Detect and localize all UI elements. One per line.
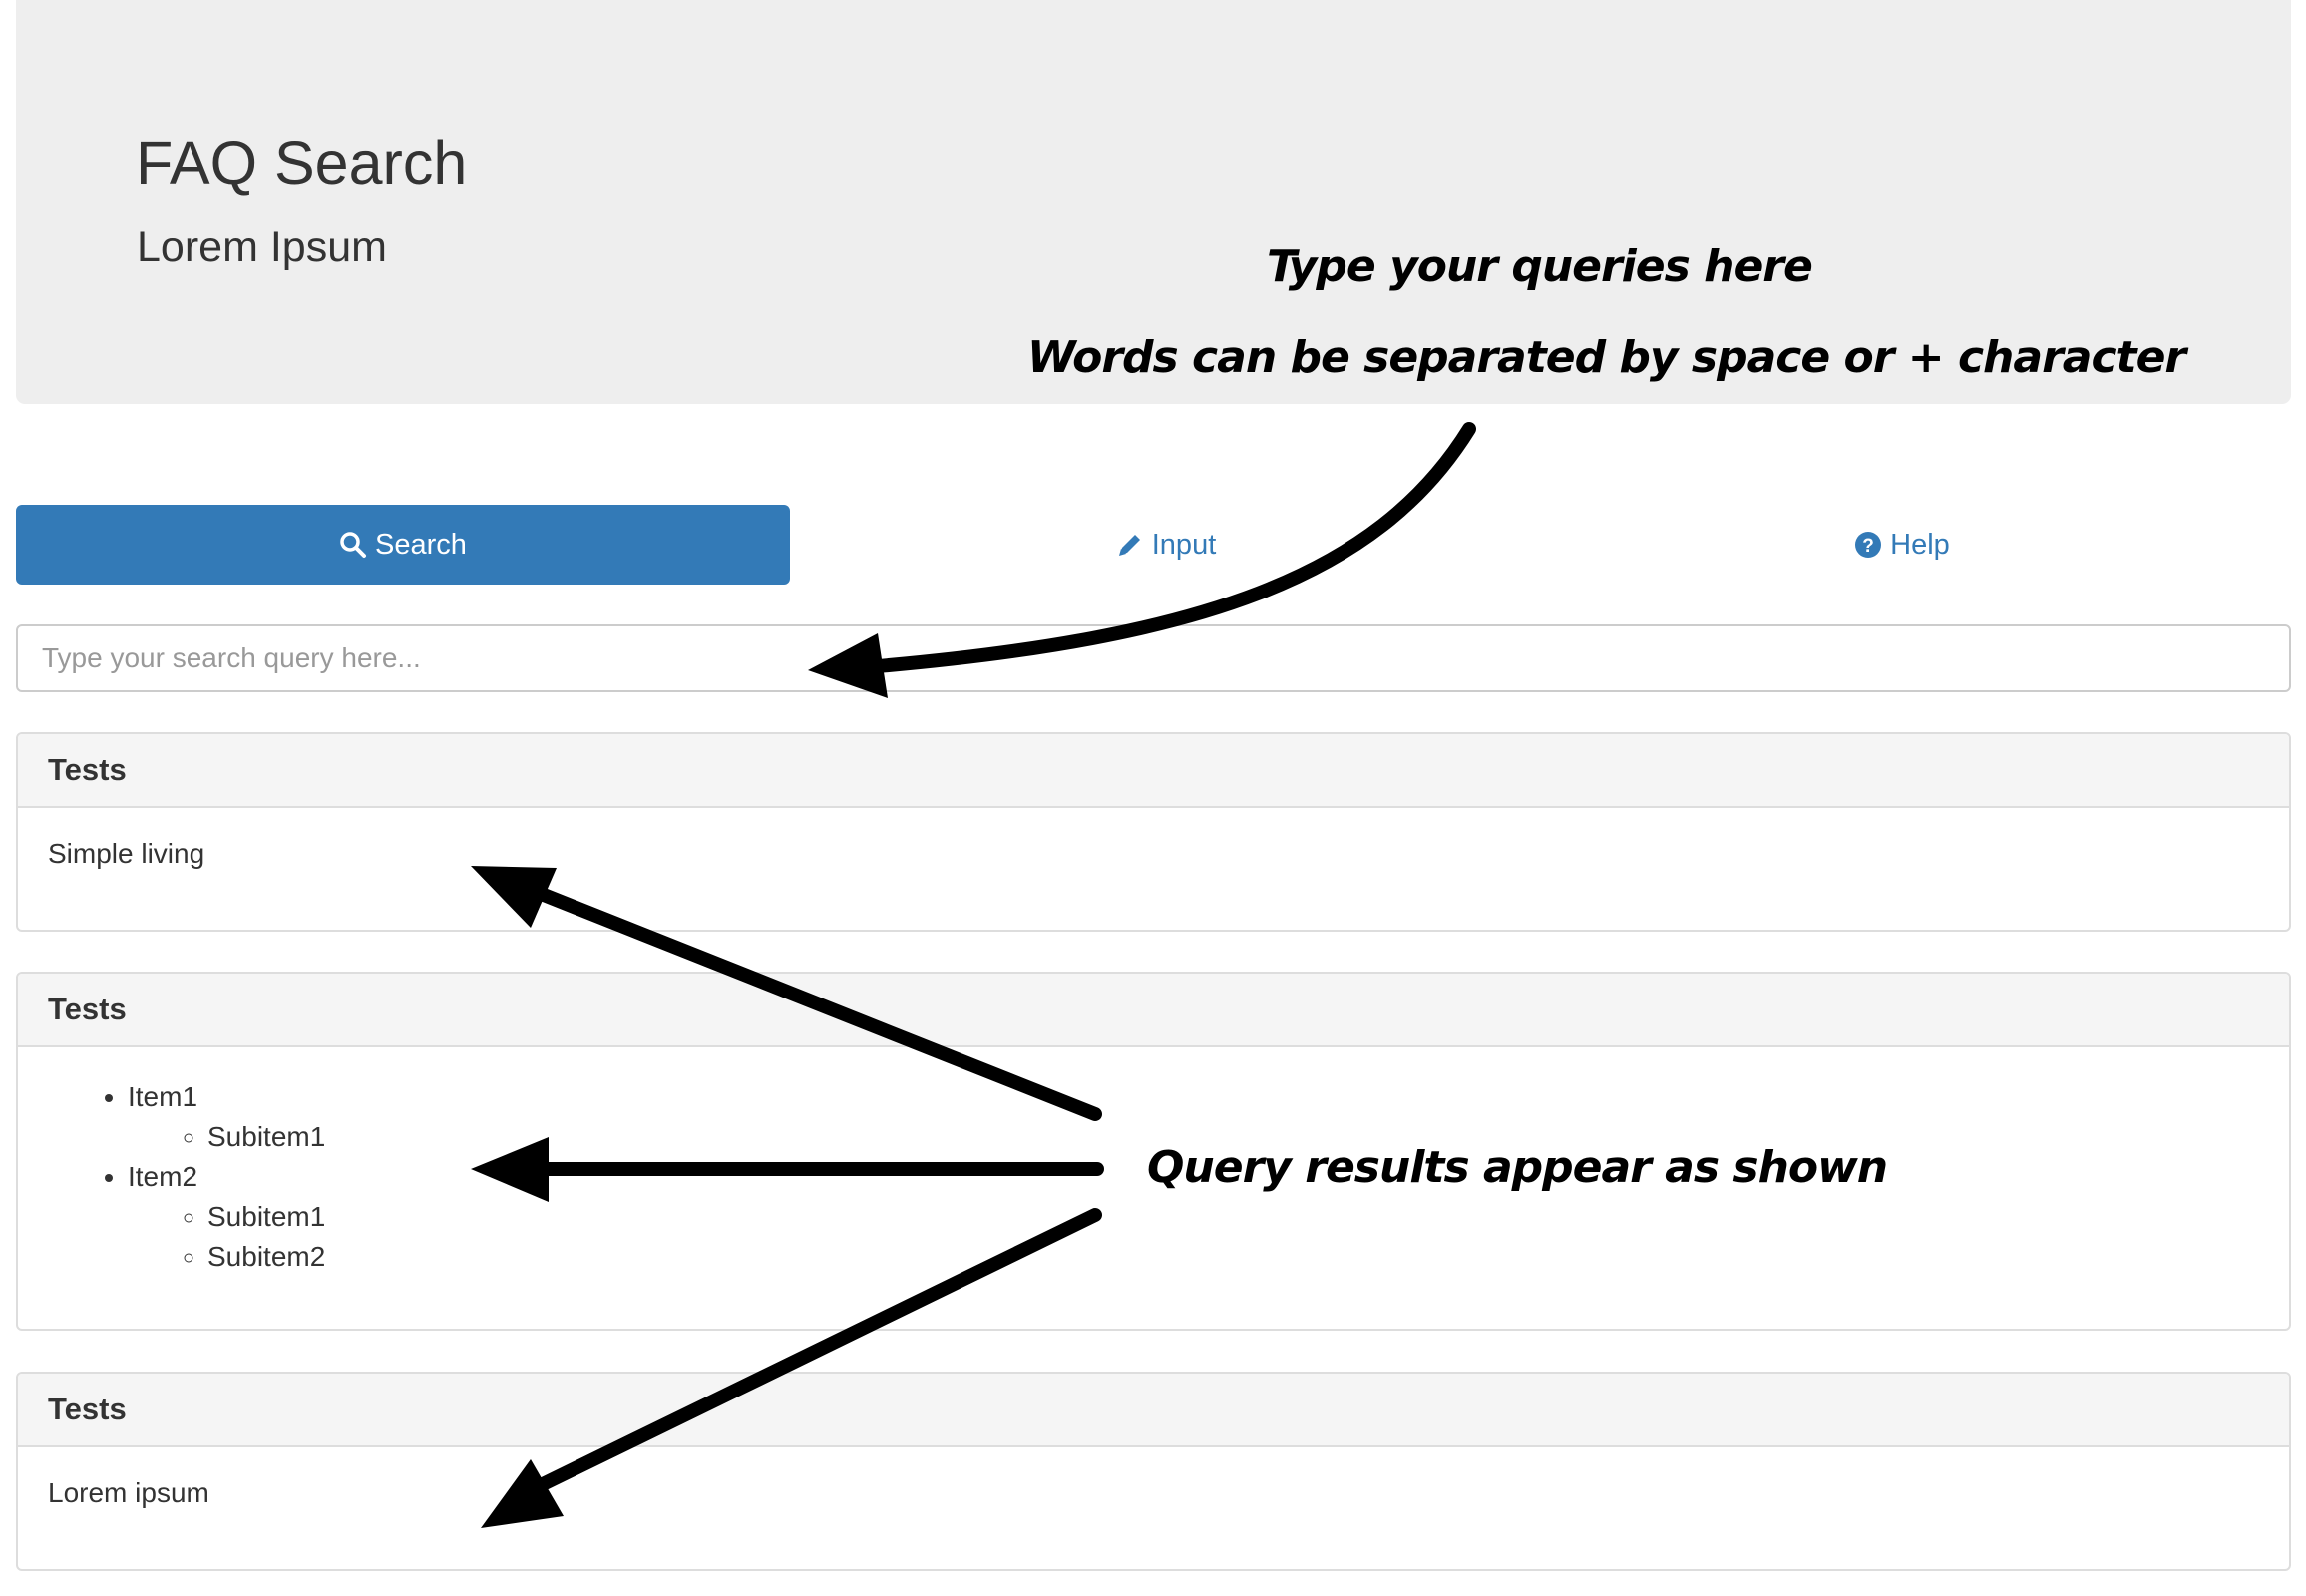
result-text: Lorem ipsum	[48, 1477, 209, 1508]
result-panel: Tests Simple living	[16, 732, 2291, 932]
page-title: FAQ Search	[136, 129, 468, 197]
tab-input[interactable]: Input	[779, 505, 1553, 585]
page-subtitle: Lorem Ipsum	[137, 223, 387, 271]
tab-help-label: Help	[1890, 528, 1950, 561]
panel-body: Simple living	[18, 808, 2289, 900]
annotation-results-hint: Query results appear as shown	[1147, 1142, 1888, 1193]
result-text: Simple living	[48, 838, 205, 869]
tab-search-label: Search	[375, 528, 467, 561]
nav-pills: Search Input ? Help	[16, 505, 2291, 585]
annotation-query-hint: Type your queries here	[1267, 241, 1813, 292]
tab-search[interactable]: Search	[16, 505, 790, 585]
panel-heading: Tests	[18, 974, 2289, 1047]
tab-input-label: Input	[1151, 528, 1217, 561]
sub-list-item: Subitem1	[207, 1197, 2259, 1237]
panel-heading: Tests	[18, 1374, 2289, 1447]
panel-heading: Tests	[18, 734, 2289, 808]
list-item-label: Item1	[128, 1081, 198, 1112]
tab-help[interactable]: ? Help	[1515, 505, 2289, 585]
list-item-label: Item2	[128, 1161, 198, 1192]
svg-text:?: ?	[1862, 536, 1874, 557]
search-input[interactable]	[16, 624, 2291, 692]
sub-list-item: Subitem2	[207, 1237, 2259, 1277]
question-circle-icon: ?	[1855, 532, 1882, 558]
result-panel: Tests Lorem ipsum	[16, 1372, 2291, 1571]
panel-body: Lorem ipsum	[18, 1447, 2289, 1539]
search-icon	[340, 532, 367, 558]
pencil-icon	[1118, 535, 1140, 556]
annotation-separator-hint: Words can be separated by space or + cha…	[1027, 332, 2186, 383]
